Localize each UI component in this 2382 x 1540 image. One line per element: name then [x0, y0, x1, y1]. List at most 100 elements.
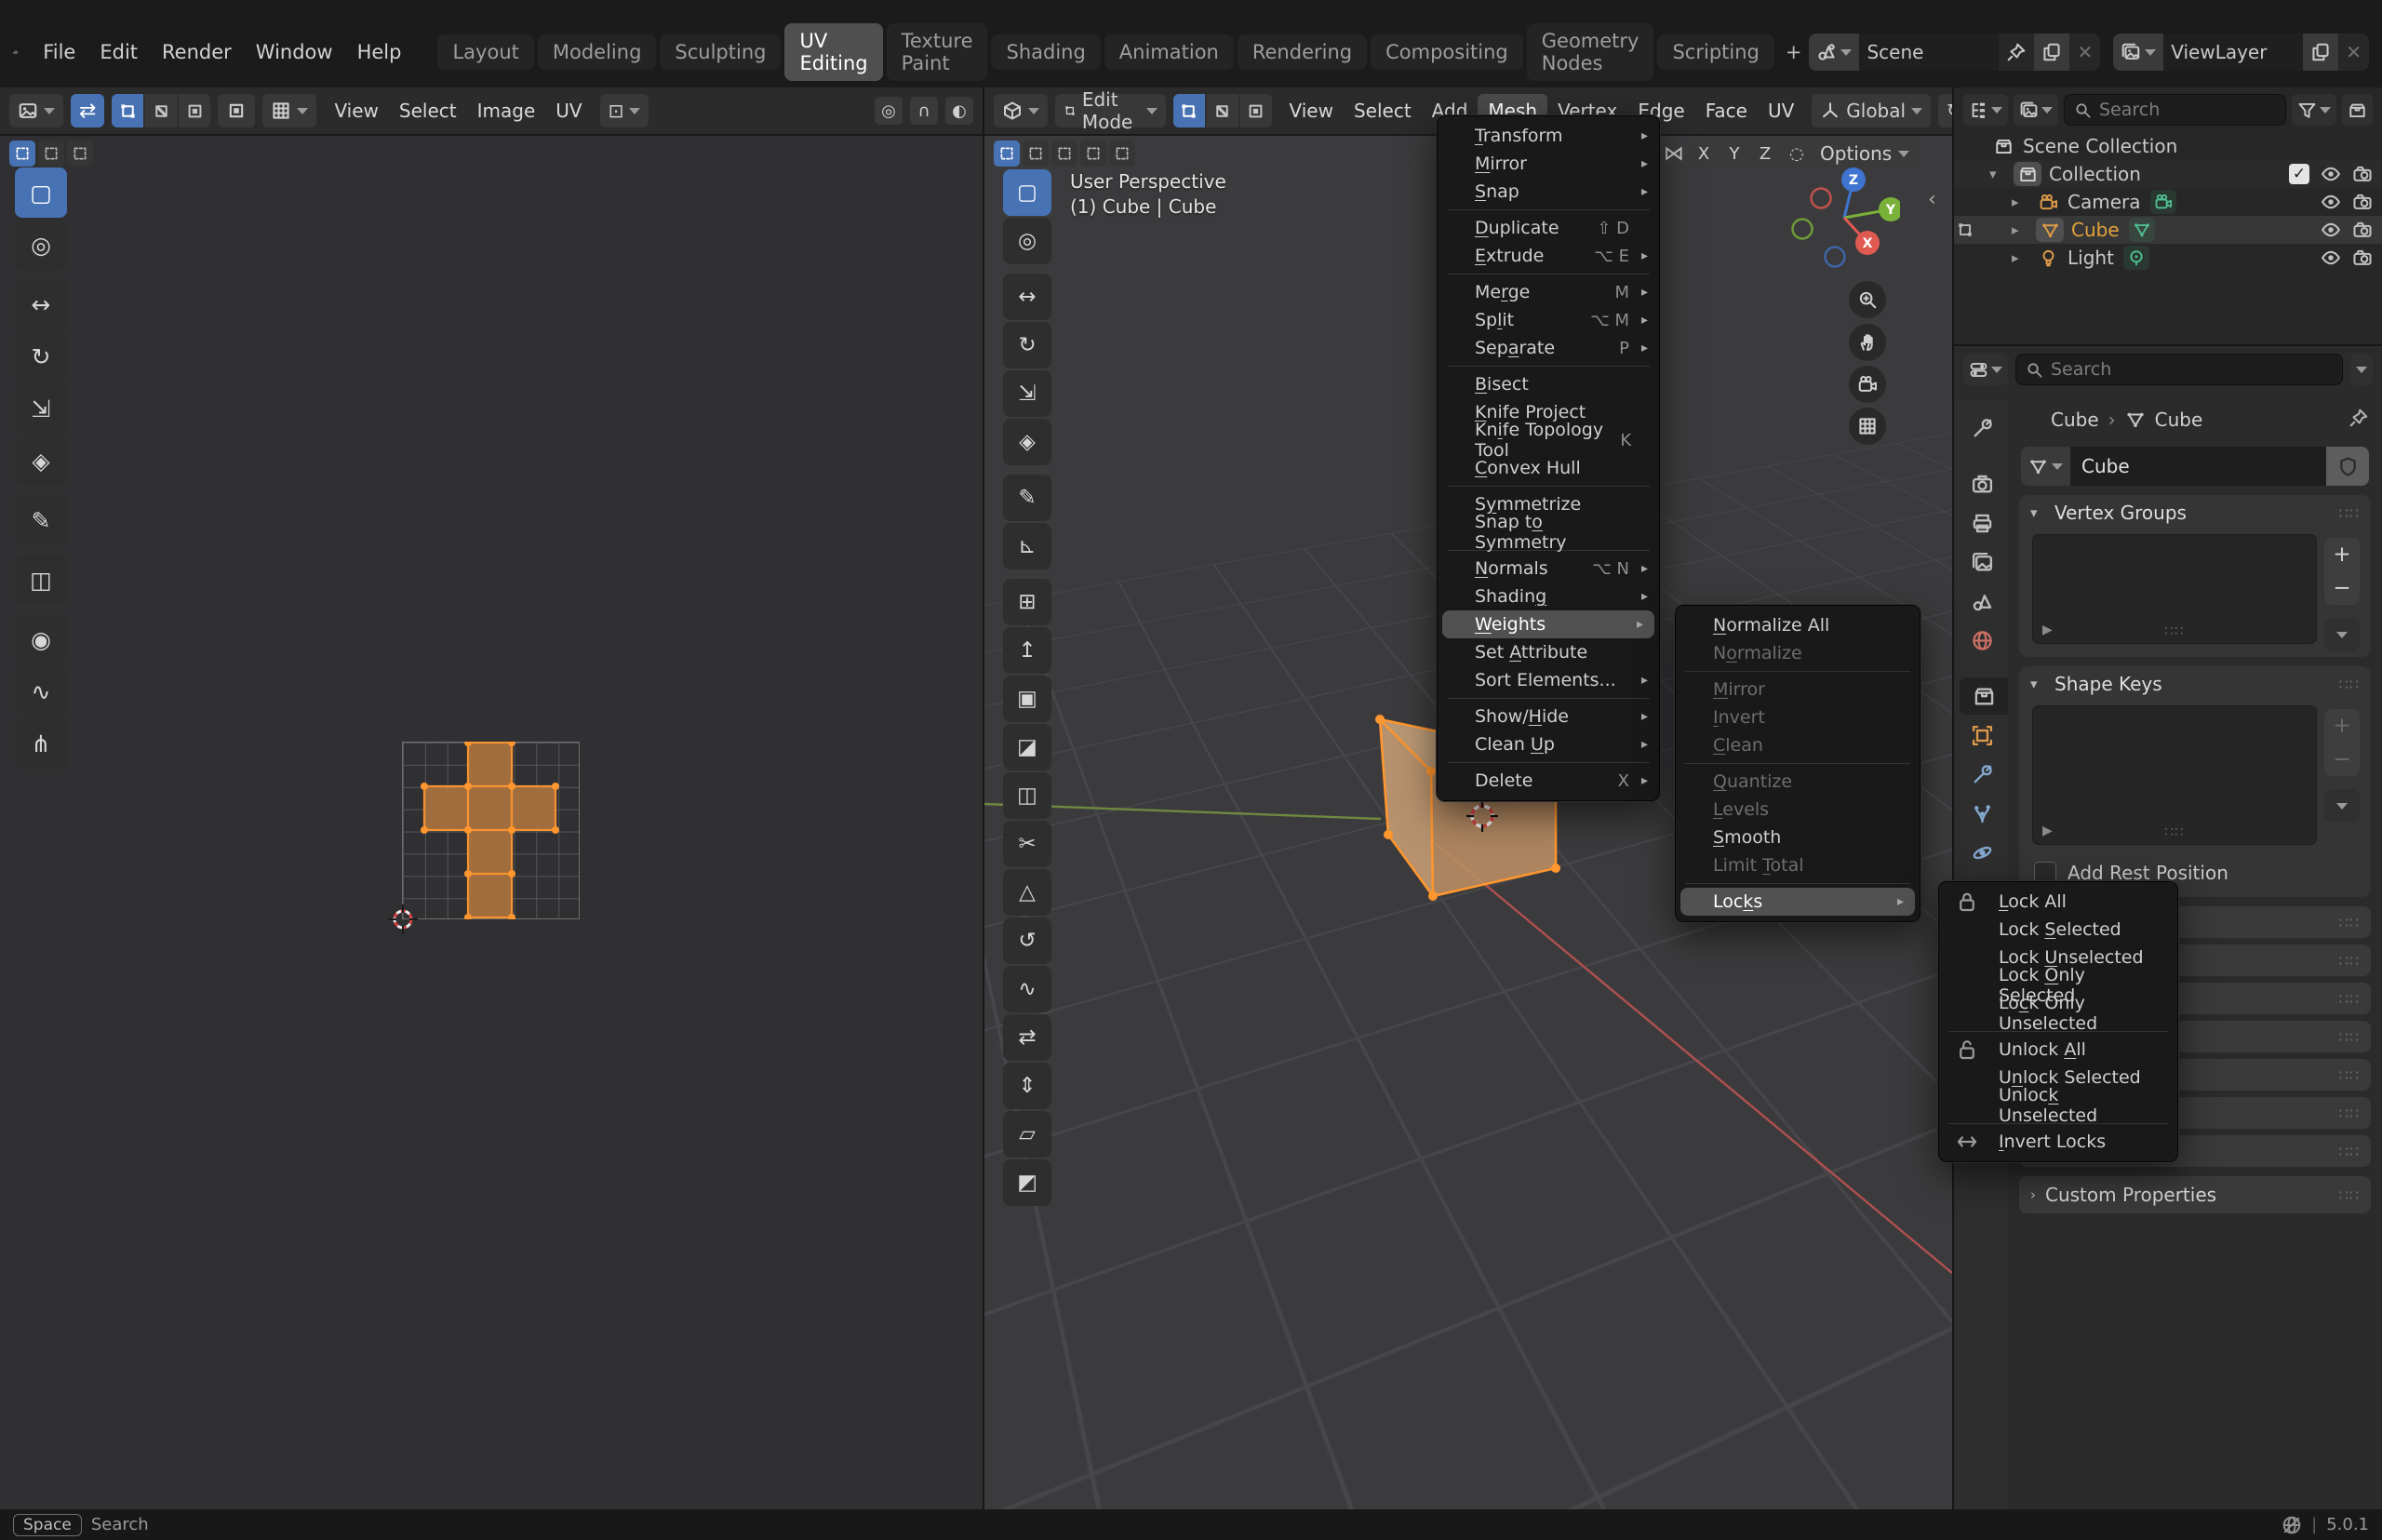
menu-item-invert-locks[interactable]: Invert Locks — [1939, 1128, 2177, 1156]
list-resize-grip[interactable]: ∷∷ — [2164, 623, 2184, 639]
network-offline-icon[interactable] — [2282, 1515, 2302, 1535]
tool-knife[interactable]: ✂ — [1003, 821, 1051, 867]
expander-icon[interactable]: ▸ — [2012, 249, 2036, 266]
viewport-pan-button[interactable] — [1849, 324, 1886, 361]
tool-pinch[interactable]: ⋔ — [15, 718, 67, 769]
menu-item-merge[interactable]: MergeM▸ — [1438, 278, 1659, 306]
camera-visibility-icon[interactable] — [2352, 164, 2373, 184]
uv-unwrap-cross[interactable] — [402, 742, 580, 919]
select-mode-3[interactable] — [1080, 141, 1106, 167]
outliner-display-mode-button[interactable] — [1963, 94, 2008, 126]
tool-poly-build[interactable]: △ — [1003, 869, 1051, 916]
menu-item-lock-selected[interactable]: Lock Selected — [1939, 916, 2177, 944]
scene-pin-button[interactable] — [1999, 33, 2034, 71]
select-mode-vertex-button[interactable] — [1173, 94, 1205, 127]
uv-snap-menu-button[interactable] — [262, 94, 316, 127]
custom-properties-panel-header[interactable]: › Custom Properties ∷∷ — [2019, 1176, 2371, 1213]
scene-name-field[interactable]: Scene — [1859, 33, 1999, 71]
uv-sync-selection-toggle[interactable]: ⇄ — [71, 94, 104, 127]
viewport-camera-view-button[interactable] — [1849, 366, 1886, 403]
select-mode-2[interactable] — [1051, 141, 1077, 167]
tool-scale[interactable]: ⇲ — [15, 383, 67, 434]
tool-extrude-region[interactable]: ↥ — [1003, 627, 1051, 674]
workspace-tab-sculpting[interactable]: Sculpting — [660, 34, 781, 70]
mesh-datablock-button[interactable] — [2021, 447, 2070, 486]
menu-item-mirror[interactable]: Mirror — [1676, 676, 1920, 703]
expander-icon[interactable]: ▸ — [2012, 194, 2036, 210]
properties-tab-output[interactable] — [1960, 504, 2004, 542]
uv-proportional-editing-button[interactable]: ◎ — [875, 97, 903, 125]
menu-item-lock-all[interactable]: Lock All — [1939, 888, 2177, 916]
menu-view[interactable]: View — [1279, 94, 1344, 127]
grip-icon[interactable]: ∷∷ — [2339, 1066, 2360, 1084]
camera-visibility-icon[interactable] — [2352, 192, 2373, 212]
menu-item-set-attribute[interactable]: Set Attribute — [1438, 638, 1659, 666]
tool-relax[interactable]: ∿ — [15, 666, 67, 716]
tool-bevel[interactable]: ◪ — [1003, 724, 1051, 770]
menu-item-unlock-unselected[interactable]: Unlock Unselected — [1939, 1091, 2177, 1119]
outliner-row-cube[interactable]: ▸Cube — [1954, 216, 2382, 244]
tool-grab[interactable]: ◉ — [15, 614, 67, 664]
properties-tab-particles[interactable] — [1960, 795, 2004, 832]
eye-icon[interactable] — [2321, 220, 2341, 240]
tool-measure[interactable]: ⊾ — [1003, 523, 1051, 569]
grip-icon[interactable]: ∷∷ — [2339, 504, 2360, 522]
menu-item-show-hide[interactable]: Show/Hide▸ — [1438, 703, 1659, 730]
vertex-group-remove-button[interactable]: − — [2324, 571, 2360, 605]
select-mode-4[interactable] — [1109, 141, 1135, 167]
tool-transform[interactable]: ◈ — [1003, 419, 1051, 465]
tool-scale[interactable]: ⇲ — [1003, 370, 1051, 417]
navigation-gizmo[interactable]: Z Y X — [1788, 162, 1900, 274]
outliner-filter-button[interactable] — [2292, 94, 2336, 126]
tool-rip-region[interactable]: ◫ — [15, 555, 67, 605]
vertex-groups-panel-header[interactable]: ▾Vertex Groups∷∷ — [2019, 495, 2371, 530]
select-mode-0[interactable] — [994, 141, 1020, 167]
properties-tab-physics[interactable] — [1960, 834, 2004, 871]
menu-face[interactable]: Face — [1695, 94, 1758, 127]
tool-annotate[interactable]: ✎ — [1003, 475, 1051, 521]
list-resize-grip[interactable]: ∷∷ — [2164, 824, 2184, 840]
shape-key-specials-button[interactable] — [2324, 789, 2360, 823]
tool-move[interactable]: ↔ — [15, 279, 67, 329]
menu-item-normals[interactable]: Normals⌥ N▸ — [1438, 555, 1659, 583]
breadcrumb-object[interactable]: Cube — [2051, 408, 2099, 431]
mesh-name-input[interactable]: Cube — [2070, 447, 2326, 486]
uv-select-vertex-button[interactable] — [112, 94, 143, 127]
outliner-filter-type-button[interactable] — [2014, 94, 2058, 126]
menu-item-extrude[interactable]: Extrude⌥ E▸ — [1438, 242, 1659, 270]
fake-user-shield-button[interactable] — [2326, 447, 2369, 486]
properties-tab-object[interactable] — [1960, 716, 2004, 754]
grip-icon[interactable]: ∷∷ — [2339, 676, 2360, 693]
grip-icon[interactable]: ∷∷ — [2339, 1143, 2360, 1160]
tool-shear[interactable]: ▱ — [1003, 1111, 1051, 1158]
tool-rip-region[interactable]: ◩ — [1003, 1159, 1051, 1206]
menu-item-bisect[interactable]: Bisect — [1438, 370, 1659, 398]
uv-select-mode-2[interactable] — [67, 141, 93, 167]
expander-icon[interactable]: ▸ — [2012, 221, 2036, 238]
menu-item-normalize[interactable]: Normalize — [1676, 639, 1920, 667]
snap-target-button[interactable]: ↻ — [1938, 94, 1954, 127]
uv-2d-cursor[interactable] — [386, 903, 420, 936]
tool-spin[interactable]: ↺ — [1003, 917, 1051, 964]
view-layer-type-button[interactable] — [2113, 33, 2163, 71]
outliner-row-camera[interactable]: ▸Camera — [1954, 188, 2382, 216]
vertex-group-specials-button[interactable] — [2324, 618, 2360, 651]
outliner-search-input[interactable]: Search — [2064, 94, 2286, 126]
menu-item-delete[interactable]: DeleteX▸ — [1438, 767, 1659, 795]
menu-item-snap[interactable]: Snap▸ — [1438, 178, 1659, 206]
tool-cursor-2d[interactable]: ◎ — [15, 220, 67, 270]
outliner-row-scene-collection[interactable]: Scene Collection — [1954, 132, 2382, 160]
vertex-group-add-button[interactable]: + — [2324, 538, 2360, 571]
workspace-tab-modeling[interactable]: Modeling — [538, 34, 657, 70]
tool-select-box[interactable]: ▢ — [15, 167, 67, 218]
list-expand-icon[interactable]: ▶ — [2042, 623, 2053, 637]
menu-item-clean[interactable]: Clean — [1676, 731, 1920, 759]
menu-item-snap-to-symmetry[interactable]: Snap to Symmetry — [1438, 518, 1659, 546]
uv-snap-toggle-button[interactable]: ∩ — [910, 97, 938, 125]
menu-item-invert[interactable]: Invert — [1676, 703, 1920, 731]
shape-key-add-button[interactable]: + — [2324, 709, 2360, 743]
menu-item-normalize-all[interactable]: Normalize All — [1676, 611, 1920, 639]
workspace-tab-compositing[interactable]: Compositing — [1371, 34, 1523, 70]
properties-options-button[interactable] — [2350, 354, 2373, 385]
properties-tab-modifiers[interactable] — [1960, 756, 2004, 793]
